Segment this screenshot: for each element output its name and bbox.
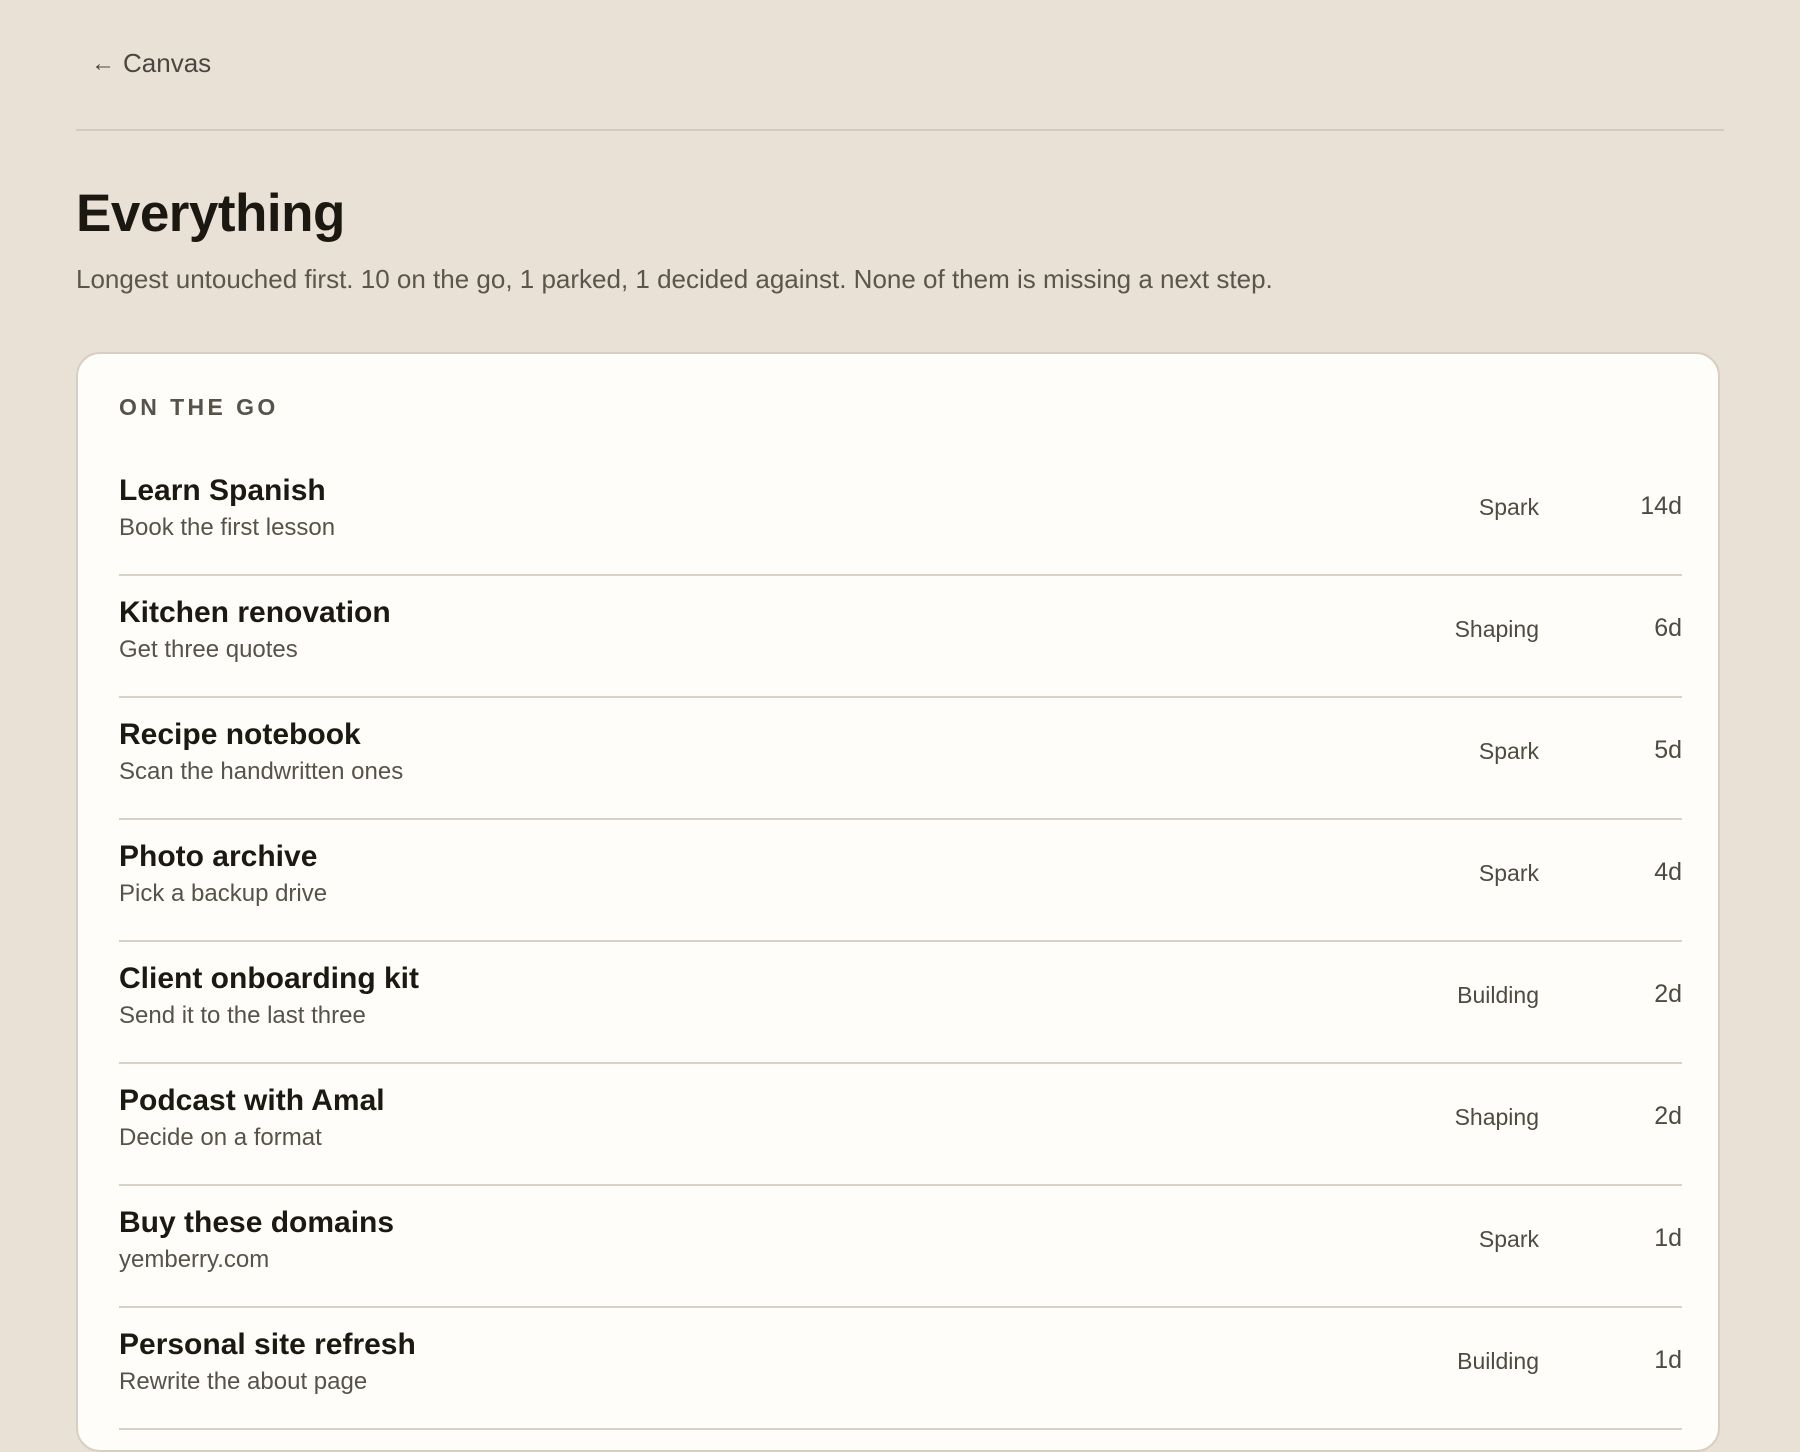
project-age: 2d	[1654, 980, 1682, 1008]
project-list: Learn Spanish Book the first lesson Spar…	[119, 454, 1682, 1430]
project-stage: Building	[1457, 1348, 1539, 1374]
project-age: 2d	[1654, 1102, 1682, 1130]
top-bar: ← Canvas	[76, 0, 1724, 131]
project-stage: Spark	[1478, 494, 1539, 520]
section-label: ON THE GO	[119, 394, 279, 420]
project-title: Photo archive	[119, 840, 318, 873]
project-title: Learn Spanish	[119, 474, 326, 507]
project-next-step: Decide on a format	[119, 1124, 322, 1151]
on-the-go-card: ON THE GO Learn Spanish Book the first l…	[76, 352, 1720, 1452]
project-row[interactable]: Kitchen renovation Get three quotes Shap…	[119, 576, 1682, 698]
project-age: 1d	[1654, 1224, 1682, 1252]
project-title: Kitchen renovation	[119, 596, 391, 629]
project-stage: Spark	[1478, 860, 1539, 886]
project-title: Buy these domains	[119, 1206, 395, 1239]
project-title: Personal site refresh	[119, 1328, 416, 1361]
project-row[interactable]: Client onboarding kit Send it to the las…	[119, 942, 1682, 1064]
project-stage: Building	[1457, 982, 1539, 1008]
project-row[interactable]: Personal site refresh Rewrite the about …	[119, 1308, 1682, 1430]
project-stage: Shaping	[1454, 616, 1539, 642]
project-stage: Spark	[1478, 738, 1539, 764]
project-next-step: Rewrite the about page	[119, 1368, 368, 1395]
project-age: 14d	[1640, 492, 1682, 520]
project-title: Podcast with Amal	[119, 1084, 385, 1117]
arrow-left-icon: ←	[91, 49, 115, 77]
page: ← Canvas Everything Longest untouched fi…	[76, 0, 1724, 1452]
project-age: 1d	[1654, 1346, 1682, 1374]
project-title: Client onboarding kit	[119, 962, 419, 995]
project-row[interactable]: Recipe notebook Scan the handwritten one…	[119, 698, 1682, 820]
project-next-step: Send it to the last three	[119, 1002, 366, 1029]
project-age: 6d	[1654, 614, 1682, 642]
project-row[interactable]: Podcast with Amal Decide on a format Sha…	[119, 1064, 1682, 1186]
project-age: 5d	[1654, 736, 1682, 764]
project-stage: Spark	[1478, 1226, 1539, 1252]
back-link-label: Canvas	[123, 48, 212, 78]
project-next-step: Get three quotes	[119, 636, 298, 663]
project-row[interactable]: Learn Spanish Book the first lesson Spar…	[119, 454, 1682, 576]
project-next-step: Pick a backup drive	[119, 880, 328, 907]
back-to-canvas-link[interactable]: ← Canvas	[91, 48, 211, 79]
page-subtitle: Longest untouched first. 10 on the go, 1…	[76, 264, 1273, 295]
project-next-step: Scan the handwritten ones	[119, 758, 404, 785]
project-next-step: yemberry.com	[119, 1246, 270, 1273]
project-age: 4d	[1654, 858, 1682, 886]
project-title: Recipe notebook	[119, 718, 361, 751]
project-row[interactable]: Buy these domains yemberry.com Spark 1d	[119, 1186, 1682, 1308]
page-title: Everything	[76, 184, 345, 243]
project-row[interactable]: Photo archive Pick a backup drive Spark …	[119, 820, 1682, 942]
project-stage: Shaping	[1454, 1104, 1539, 1130]
project-next-step: Book the first lesson	[119, 514, 336, 541]
